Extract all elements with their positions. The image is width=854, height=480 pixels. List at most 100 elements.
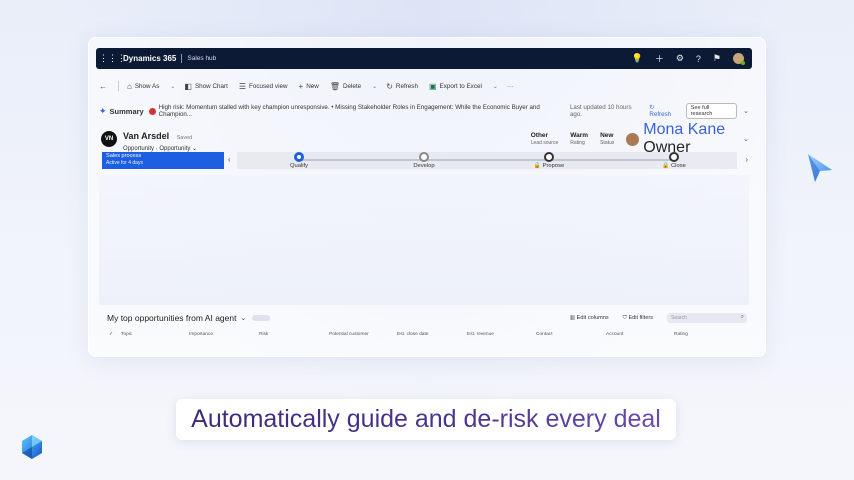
grid-header: My top opportunities from AI agent ⌄ ▥ E…: [107, 311, 747, 325]
topbar-icons: 💡 ＋ ⚙ ? ⚑: [632, 52, 752, 65]
refresh-label: Refresh: [395, 82, 418, 90]
chevron-left-icon[interactable]: ‹: [228, 155, 231, 164]
grid-title[interactable]: My top opportunities from AI agent: [107, 313, 236, 323]
chevron-down-icon[interactable]: ⌄: [170, 83, 175, 90]
excel-icon: ▣: [428, 81, 437, 91]
stage-indicator: [419, 152, 429, 162]
column-importance[interactable]: Importance: [189, 332, 213, 337]
status-field: New Status: [600, 132, 614, 146]
see-full-research-button[interactable]: See full research: [685, 103, 738, 119]
list-icon: ☰: [238, 81, 247, 91]
gear-icon[interactable]: ⚙: [676, 53, 684, 64]
search-input[interactable]: Search ⌕: [667, 313, 747, 323]
stage-develop[interactable]: Develop: [394, 152, 454, 169]
preview-badge: [252, 315, 271, 321]
lightbulb-icon[interactable]: 💡: [632, 53, 643, 64]
export-excel-button[interactable]: ▣ Export to Excel: [429, 82, 482, 91]
top-navigation-bar: ⋮⋮⋮ Dynamics 365 Sales hub 💡 ＋ ⚙ ? ⚑: [96, 48, 752, 69]
chevron-down-icon[interactable]: ⌄: [240, 314, 246, 322]
app-launcher-icon[interactable]: ⋮⋮⋮: [99, 53, 126, 64]
chevron-down-icon[interactable]: ⌄: [743, 135, 749, 143]
column-account[interactable]: Account: [606, 332, 623, 337]
new-label: New: [306, 82, 319, 90]
stage-qualify[interactable]: Qualify: [269, 152, 329, 169]
field-value: Other: [530, 132, 549, 139]
stage-label: Develop: [413, 163, 435, 169]
caption-banner: Automatically guide and de-risk every de…: [176, 399, 676, 440]
chart-icon: ◧: [184, 81, 192, 91]
edit-columns-button[interactable]: ▥ Edit columns: [570, 315, 609, 321]
account-logo: VN: [101, 131, 117, 147]
active-process-flag[interactable]: Sales process Active for 4 days: [102, 152, 224, 169]
app-window: ⋮⋮⋮ Dynamics 365 Sales hub 💡 ＋ ⚙ ? ⚑ ← ⌂…: [88, 37, 766, 357]
plus-icon[interactable]: ＋: [655, 52, 664, 65]
chevron-down-icon[interactable]: ⌄: [743, 107, 749, 115]
edit-filters-button[interactable]: ⛉ Edit filters: [623, 315, 653, 322]
lock-icon: 🔒: [662, 163, 670, 169]
more-commands-button[interactable]: ···: [507, 83, 513, 90]
field-value: Warm: [570, 132, 589, 139]
app-name[interactable]: Sales hub: [187, 55, 216, 62]
column-risk[interactable]: Risk: [259, 332, 268, 337]
show-chart-button[interactable]: ◧ Show Chart: [184, 82, 227, 91]
focused-view-button[interactable]: ☰ Focused view: [239, 82, 288, 91]
column-rating[interactable]: Rating: [674, 332, 688, 337]
chart-icon: ⌂: [127, 81, 132, 91]
chevron-right-icon[interactable]: ›: [745, 155, 748, 164]
new-button[interactable]: + New: [299, 82, 319, 91]
lead-source-field: Other Lead source: [531, 132, 559, 146]
edit-filters-label: Edit filters: [628, 314, 653, 321]
avatar[interactable]: [733, 53, 745, 65]
chevron-down-icon[interactable]: ⌄: [372, 83, 377, 90]
grid-column-headers: ✓ Topic Importance Risk Potential custom…: [109, 332, 688, 337]
summary-refresh-link[interactable]: ↻ Refresh: [649, 104, 677, 118]
back-button[interactable]: ←: [99, 82, 107, 91]
product-name[interactable]: Dynamics 365: [123, 54, 176, 63]
plus-icon: +: [298, 81, 304, 91]
column-est-revenue[interactable]: Est. revenue: [467, 332, 494, 337]
refresh-icon: ↻: [386, 81, 393, 91]
dynamics-365-logo-icon: [22, 435, 42, 459]
stage-label: Close: [671, 163, 686, 169]
stage-close[interactable]: 🔒 Close: [644, 152, 704, 169]
process-name: Sales process: [106, 153, 142, 159]
delete-label: Delete: [342, 82, 362, 90]
column-topic[interactable]: Topic: [121, 332, 132, 337]
stage-label-wrap: 🔒 Propose: [519, 163, 579, 169]
divider: [118, 81, 119, 91]
lock-icon: 🔒: [533, 163, 541, 169]
field-value: New: [600, 132, 614, 139]
stage-label: Propose: [542, 163, 565, 169]
faded-content-area: [99, 175, 749, 305]
stage-track: Qualify Develop 🔒 Propose 🔒 Close: [237, 152, 737, 169]
help-icon[interactable]: ?: [696, 54, 701, 64]
process-duration: Active for 4 days: [106, 160, 143, 166]
show-as-button[interactable]: ⌂ Show As: [127, 82, 159, 91]
focused-view-label: Focused view: [249, 82, 288, 90]
stage-label-wrap: 🔒 Close: [644, 163, 704, 169]
feedback-icon[interactable]: ⚑: [713, 53, 721, 64]
summary-bar: ✦ Summary High risk: Momentum stalled wi…: [99, 102, 749, 120]
stage-propose[interactable]: 🔒 Propose: [519, 152, 579, 169]
column-est-close-date[interactable]: Est. close date: [397, 332, 428, 337]
grid-tools: ▥ Edit columns ⛉ Edit filters Search ⌕: [570, 313, 747, 323]
column-contact[interactable]: Contact: [536, 332, 553, 337]
trash-icon: 🗑: [329, 81, 340, 91]
search-placeholder: Search: [671, 315, 687, 321]
risk-icon: [148, 107, 156, 115]
show-as-label: Show As: [134, 82, 160, 90]
refresh-button[interactable]: ↻ Refresh: [386, 82, 418, 91]
back-arrow-icon: ←: [99, 81, 107, 91]
command-bar: ← ⌂ Show As ⌄ ◧ Show Chart ☰ Focused view +…: [99, 78, 749, 94]
save-status: Saved: [176, 135, 193, 141]
divider: [181, 54, 183, 63]
show-chart-label: Show Chart: [194, 82, 228, 90]
column-potential-customer[interactable]: Potential customer: [329, 332, 369, 337]
stage-indicator: [294, 152, 304, 162]
chevron-down-icon[interactable]: ⌄: [493, 83, 498, 90]
field-label: Status: [600, 140, 615, 146]
field-label: Rating: [570, 140, 585, 146]
owner-avatar: [626, 132, 640, 146]
delete-button[interactable]: 🗑 Delete: [330, 82, 361, 91]
record-name: Van Arsdel: [123, 131, 170, 141]
